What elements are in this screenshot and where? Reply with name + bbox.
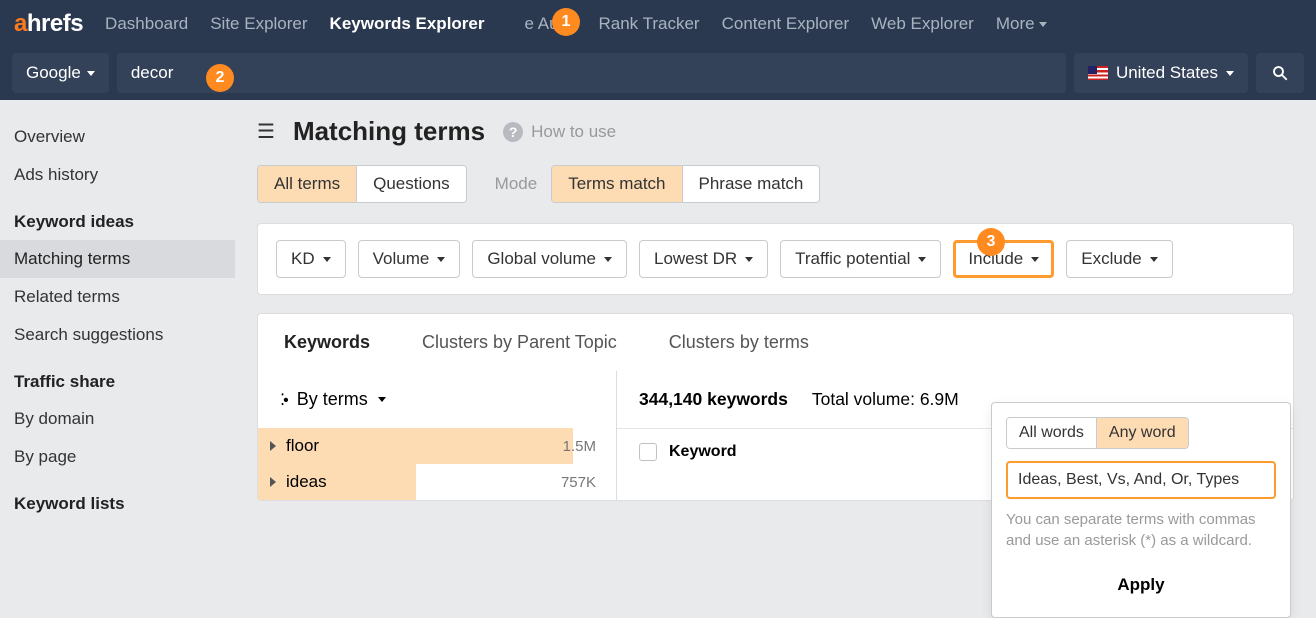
toggle-questions[interactable]: Questions	[357, 166, 466, 202]
toggle-all-words[interactable]: All words	[1007, 418, 1097, 448]
chevron-down-icon	[745, 257, 753, 262]
chevron-down-icon	[437, 257, 445, 262]
include-help-text: You can separate terms with commas and u…	[1006, 509, 1276, 551]
sidebar-search-suggestions[interactable]: Search suggestions	[0, 316, 235, 354]
sidebar-by-page[interactable]: By page	[0, 438, 235, 476]
content-area: ☰ Matching terms ? How to use All terms …	[235, 100, 1316, 546]
nav-dashboard[interactable]: Dashboard	[105, 14, 188, 34]
how-to-use-link[interactable]: ? How to use	[503, 122, 616, 142]
filter-global-volume[interactable]: Global volume	[472, 240, 627, 278]
callout-badge-3: 3	[977, 228, 1005, 256]
flag-us-icon	[1088, 66, 1108, 80]
chevron-down-icon	[604, 257, 612, 262]
help-icon: ?	[503, 122, 523, 142]
chevron-down-icon	[1031, 257, 1039, 262]
nav-rank-tracker[interactable]: Rank Tracker	[599, 14, 700, 34]
chevron-down-icon	[378, 397, 386, 402]
toggle-phrase-match[interactable]: Phrase match	[683, 166, 820, 202]
include-popover: All words Any word Ideas, Best, Vs, And,…	[991, 402, 1291, 618]
filter-traffic-potential[interactable]: Traffic potential	[780, 240, 941, 278]
sidebar-overview[interactable]: Overview	[0, 118, 235, 156]
callout-badge-2: 2	[206, 64, 234, 92]
toggle-terms-match[interactable]: Terms match	[552, 166, 682, 202]
nav-site-explorer[interactable]: Site Explorer	[210, 14, 307, 34]
sidebar-by-domain[interactable]: By domain	[0, 400, 235, 438]
sidebar-ads-history[interactable]: Ads history	[0, 156, 235, 194]
search-bar: Google decor United States	[0, 48, 1316, 100]
terms-panel: ⁚• By terms floor 1.5M ideas 757K	[257, 371, 617, 501]
sidebar-heading-keyword-lists: Keyword lists	[0, 476, 235, 522]
engine-select[interactable]: Google	[12, 53, 109, 93]
keyword-input[interactable]: decor	[117, 53, 1066, 93]
tab-clusters-parent[interactable]: Clusters by Parent Topic	[396, 314, 643, 371]
terms-questions-toggle: All terms Questions	[257, 165, 467, 203]
page-title: Matching terms	[293, 116, 485, 147]
search-button[interactable]	[1256, 53, 1304, 93]
include-terms-input[interactable]: Ideas, Best, Vs, And, Or, Types	[1006, 461, 1276, 499]
logo: ahrefs	[14, 10, 83, 38]
match-mode-toggle: Terms match Phrase match	[551, 165, 820, 203]
column-keyword: Keyword	[669, 443, 737, 461]
search-icon	[1271, 64, 1289, 82]
filter-exclude[interactable]: Exclude	[1066, 240, 1172, 278]
nav-web-explorer[interactable]: Web Explorer	[871, 14, 974, 34]
filter-kd[interactable]: KD	[276, 240, 346, 278]
top-nav: ahrefs Dashboard Site Explorer Keywords …	[0, 0, 1316, 48]
chevron-down-icon	[1039, 22, 1047, 27]
term-row[interactable]: ideas 757K	[258, 464, 616, 500]
sidebar-related-terms[interactable]: Related terms	[0, 278, 235, 316]
nav-keywords-explorer[interactable]: Keywords Explorer	[330, 14, 485, 34]
country-select[interactable]: United States	[1074, 53, 1248, 93]
chevron-down-icon	[87, 71, 95, 76]
apply-button[interactable]: Apply	[1006, 567, 1276, 603]
result-tabs: Keywords Clusters by Parent Topic Cluste…	[257, 313, 1294, 371]
toggle-all-terms[interactable]: All terms	[258, 166, 357, 202]
chevron-down-icon	[918, 257, 926, 262]
mode-label: Mode	[495, 174, 538, 194]
menu-icon[interactable]: ☰	[257, 119, 275, 144]
group-by-terms[interactable]: ⁚• By terms	[258, 371, 616, 428]
chevron-down-icon	[1150, 257, 1158, 262]
filter-volume[interactable]: Volume	[358, 240, 461, 278]
chevron-down-icon	[1226, 71, 1234, 76]
filter-lowest-dr[interactable]: Lowest DR	[639, 240, 768, 278]
expand-icon	[270, 441, 276, 451]
cluster-icon: ⁚•	[280, 390, 287, 410]
toggle-any-word[interactable]: Any word	[1097, 418, 1188, 448]
sidebar-matching-terms[interactable]: Matching terms	[0, 240, 235, 278]
tab-keywords[interactable]: Keywords	[258, 314, 396, 371]
sidebar-heading-keyword-ideas: Keyword ideas	[0, 194, 235, 240]
filters-bar: KD Volume Global volume Lowest DR Traffi…	[257, 223, 1294, 295]
sidebar: Overview Ads history Keyword ideas Match…	[0, 100, 235, 546]
sidebar-heading-traffic-share: Traffic share	[0, 354, 235, 400]
tab-clusters-terms[interactable]: Clusters by terms	[643, 314, 835, 371]
nav-more[interactable]: More	[996, 14, 1047, 34]
callout-badge-1: 1	[552, 8, 580, 36]
nav-content-explorer[interactable]: Content Explorer	[722, 14, 850, 34]
term-row[interactable]: floor 1.5M	[258, 428, 616, 464]
include-mode-toggle: All words Any word	[1006, 417, 1189, 449]
chevron-down-icon	[323, 257, 331, 262]
select-all-checkbox[interactable]	[639, 443, 657, 461]
expand-icon	[270, 477, 276, 487]
